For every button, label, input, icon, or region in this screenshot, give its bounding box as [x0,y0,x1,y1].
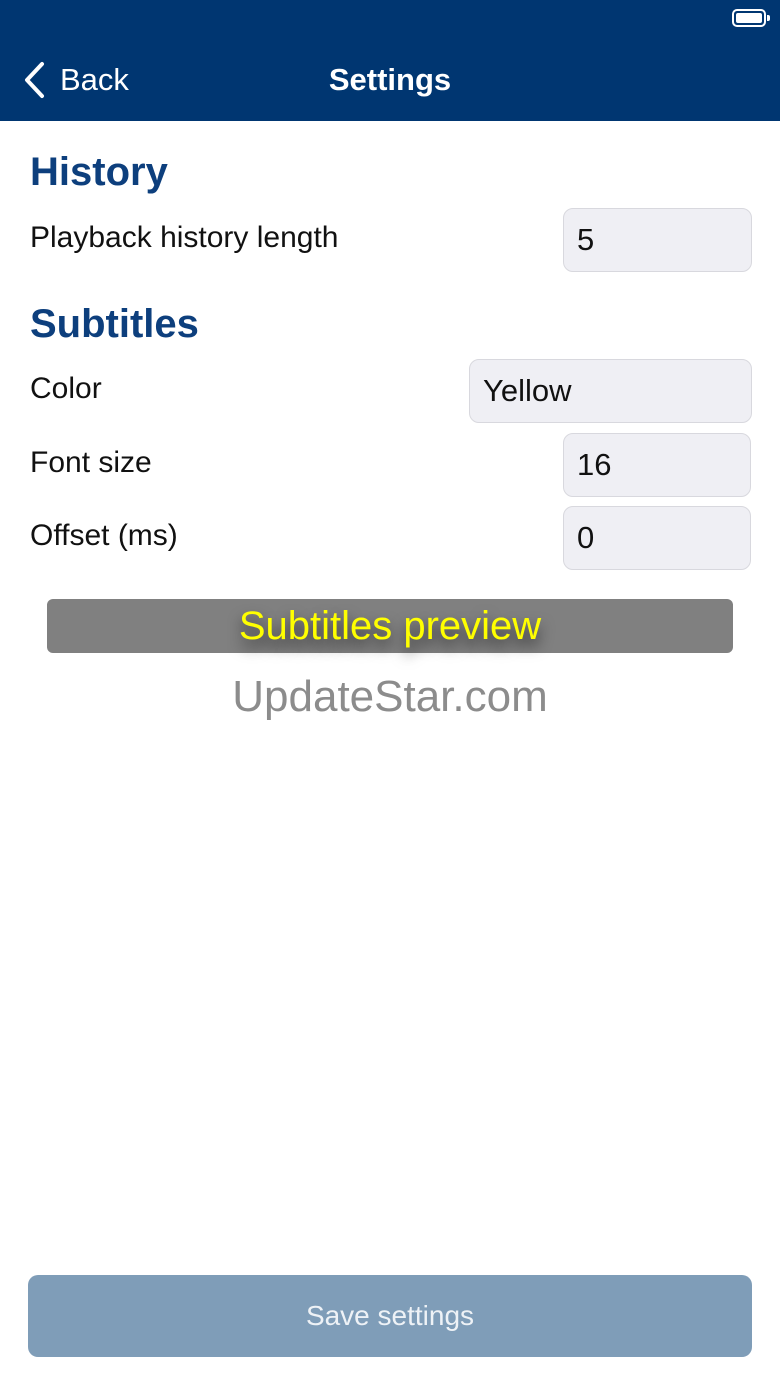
battery-icon [732,9,770,27]
playback-history-length-label: Playback history length [30,221,339,254]
subtitle-color-select[interactable]: Yellow [469,359,752,423]
status-bar [0,0,780,40]
offset-label: Offset (ms) [30,519,178,552]
subtitle-color-label: Color [30,372,102,405]
playback-history-length-input[interactable]: 5 [563,208,752,272]
font-size-label: Font size [30,446,152,479]
subtitles-preview-text: Subtitles preview [238,603,542,648]
history-section-title: History [30,150,168,194]
subtitles-section-title: Subtitles [30,302,199,346]
offset-input[interactable]: 0 [563,506,751,570]
subtitles-preview: Subtitles preview [47,599,733,653]
page-title: Settings [328,62,452,97]
font-size-input[interactable]: 16 [563,433,751,497]
save-settings-button[interactable]: Save settings [28,1275,752,1357]
watermark: UpdateStar.com [232,672,548,721]
navigation-bar: Back Settings [0,40,780,121]
